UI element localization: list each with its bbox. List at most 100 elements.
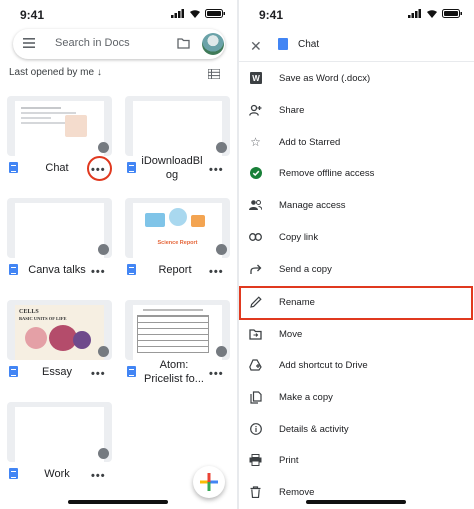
status-bar: 9:41 (0, 0, 237, 28)
file-name[interactable]: Canva talks (21, 263, 93, 277)
more-options-icon[interactable]: ••• (209, 368, 224, 380)
status-time: 9:41 (20, 8, 45, 22)
menu-save-as-word[interactable]: W Save as Word (.docx) (239, 63, 474, 95)
doc-icon (9, 366, 18, 377)
shared-badge-icon (98, 142, 109, 153)
menu-add-shortcut-to-drive[interactable]: Add shortcut to Drive (239, 350, 474, 382)
word-icon: W (249, 71, 262, 85)
menu-label[interactable]: Copy link (279, 232, 318, 243)
file-thumbnail[interactable] (125, 300, 230, 360)
menu-label[interactable]: Save as Word (.docx) (279, 73, 370, 84)
docs-home-screen: 9:41 Search in Docs Last opened by me ↓ (0, 0, 237, 509)
file-thumbnail[interactable]: Science Report (125, 198, 230, 258)
offline-badge-icon (216, 244, 227, 255)
essay-subtitle: BASIC UNITS OF LIFE (19, 316, 67, 321)
info-icon (249, 422, 262, 436)
file-thumbnail[interactable] (125, 96, 230, 156)
sort-arrow-icon[interactable]: ↓ (97, 67, 102, 78)
more-options-icon[interactable]: ••• (209, 266, 224, 278)
search-placeholder[interactable]: Search in Docs (55, 37, 130, 49)
menu-label[interactable]: Add shortcut to Drive (279, 360, 368, 371)
menu-label[interactable]: Remove (279, 487, 314, 498)
link-icon (249, 230, 262, 244)
sort-header[interactable]: Last opened by me ↓ (9, 67, 102, 78)
folder-icon[interactable] (177, 38, 190, 49)
battery-icon (205, 9, 225, 18)
shared-badge-icon (216, 142, 227, 153)
offline-badge-icon (98, 448, 109, 459)
move-folder-icon (249, 327, 262, 341)
menu-details-activity[interactable]: Details & activity (239, 414, 474, 446)
status-icons (171, 9, 225, 18)
file-name[interactable]: Atom: Pricelist fo... (139, 358, 209, 386)
file-name[interactable]: Essay (21, 365, 93, 379)
hamburger-menu-icon[interactable] (23, 38, 35, 48)
more-options-icon[interactable]: ••• (91, 164, 106, 176)
doc-icon (278, 38, 288, 50)
sort-label[interactable]: Last opened by me (9, 67, 94, 78)
doc-icon (127, 264, 136, 275)
doc-icon (127, 366, 136, 377)
file-thumbnail[interactable] (7, 402, 112, 462)
offline-badge-icon (216, 346, 227, 357)
menu-label[interactable]: Details & activity (279, 424, 349, 435)
svg-text:W: W (252, 74, 260, 83)
sheet-header: ✕ Chat (239, 28, 474, 62)
menu-manage-access[interactable]: Manage access (239, 190, 474, 222)
file-name[interactable]: iDownloadBlog (139, 154, 205, 182)
search-bar[interactable]: Search in Docs (13, 29, 225, 59)
account-avatar[interactable] (202, 33, 224, 55)
doc-icon (9, 468, 18, 479)
file-name[interactable]: Work (21, 467, 93, 481)
menu-label[interactable]: Share (279, 105, 304, 116)
menu-remove-offline-access[interactable]: Remove offline access (239, 158, 474, 190)
menu-label[interactable]: Manage access (279, 200, 346, 211)
offline-badge-icon (98, 346, 109, 357)
plus-icon (200, 473, 218, 491)
add-person-icon (249, 103, 262, 117)
trash-icon (249, 485, 262, 499)
close-icon[interactable]: ✕ (250, 38, 262, 55)
copy-icon (249, 390, 262, 404)
file-thumbnail[interactable] (7, 198, 112, 258)
menu-send-a-copy[interactable]: Send a copy (239, 254, 474, 286)
report-caption: Science Report (157, 240, 198, 246)
menu-move[interactable]: Move (239, 319, 474, 351)
menu-print[interactable]: Print (239, 445, 474, 477)
more-options-icon[interactable]: ••• (91, 266, 106, 278)
doc-icon (127, 162, 136, 173)
menu-label[interactable]: Add to Starred (279, 137, 340, 148)
wifi-icon (427, 10, 437, 18)
sheet-doc-title: Chat (298, 39, 320, 50)
file-name[interactable]: Chat (21, 161, 93, 175)
essay-title: CELLS (19, 309, 39, 315)
list-view-icon[interactable] (208, 69, 220, 79)
signal-icon (408, 9, 421, 18)
more-options-icon[interactable]: ••• (209, 164, 224, 176)
rename-highlight-box (239, 286, 473, 320)
send-icon (249, 262, 262, 276)
file-name[interactable]: Report (139, 263, 211, 277)
new-document-button[interactable] (193, 466, 225, 498)
menu-make-a-copy[interactable]: Make a copy (239, 382, 474, 414)
document-actions-sheet: 9:41 ✕ Chat W Save as Word (.docx) Share… (239, 0, 474, 509)
status-bar: 9:41 (239, 0, 474, 28)
file-thumbnail[interactable]: CELLS BASIC UNITS OF LIFE (7, 300, 112, 360)
drive-shortcut-icon (249, 358, 262, 372)
menu-label[interactable]: Move (279, 329, 302, 340)
menu-share[interactable]: Share (239, 95, 474, 127)
menu-label[interactable]: Remove offline access (279, 168, 374, 179)
menu-label[interactable]: Send a copy (279, 264, 332, 275)
more-options-icon[interactable]: ••• (91, 470, 106, 482)
home-indicator (68, 500, 168, 504)
file-thumbnail[interactable] (7, 96, 112, 156)
menu-add-to-starred[interactable]: ☆ Add to Starred (239, 127, 474, 159)
menu-copy-link[interactable]: Copy link (239, 222, 474, 254)
battery-icon (442, 9, 462, 18)
wifi-icon (190, 10, 200, 18)
doc-icon (9, 264, 18, 275)
more-options-icon[interactable]: ••• (91, 368, 106, 380)
menu-label[interactable]: Make a copy (279, 392, 333, 403)
offline-badge-icon (98, 244, 109, 255)
menu-label[interactable]: Print (279, 455, 299, 466)
